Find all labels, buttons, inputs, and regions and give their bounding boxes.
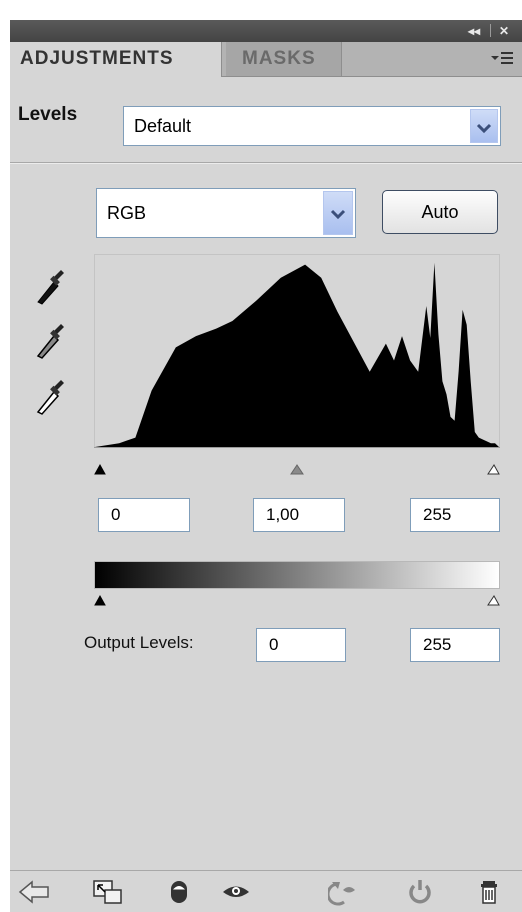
panel-title-bar: ◂◂ ✕: [10, 20, 522, 42]
output-white-handle[interactable]: [487, 595, 500, 606]
title-separator: [490, 24, 491, 37]
close-icon[interactable]: ✕: [499, 23, 509, 39]
section-divider: [10, 162, 522, 164]
input-white-field[interactable]: 255: [410, 498, 500, 532]
view-previous-state-icon[interactable]: [326, 878, 358, 906]
output-levels-slider[interactable]: [94, 591, 500, 606]
reset-icon[interactable]: [404, 878, 434, 906]
histogram-shape: [95, 262, 499, 447]
levels-histogram: [94, 254, 500, 448]
input-gamma-handle[interactable]: [290, 464, 304, 475]
return-arrow-icon[interactable]: [18, 878, 49, 906]
bottom-divider: [10, 870, 522, 871]
view-previous-state-icon[interactable]: [220, 878, 250, 906]
panel-menu-icon[interactable]: [490, 48, 514, 73]
input-levels-slider[interactable]: [94, 460, 500, 475]
adjustments-panel: ◂◂ ✕ ADJUSTMENTS MASKS Levels Default RG…: [10, 20, 522, 912]
chevron-down-icon[interactable]: [470, 109, 498, 143]
input-gamma-field[interactable]: 1,00: [253, 498, 345, 532]
output-black-handle[interactable]: [94, 594, 106, 606]
clip-to-layer-icon[interactable]: [92, 878, 122, 906]
chevron-down-icon[interactable]: [323, 191, 353, 235]
gray-point-eyedropper-icon[interactable]: [34, 320, 64, 360]
output-white-field[interactable]: 255: [410, 628, 500, 662]
panel-tab-bar: ADJUSTMENTS MASKS: [10, 42, 522, 77]
output-black-field[interactable]: 0: [256, 628, 346, 662]
output-levels-label: Output Levels:: [84, 633, 194, 652]
tab-adjustments[interactable]: ADJUSTMENTS: [10, 42, 222, 77]
input-white-handle[interactable]: [487, 464, 500, 475]
preset-select[interactable]: Default: [123, 106, 501, 146]
auto-button[interactable]: Auto: [382, 190, 498, 234]
input-black-field[interactable]: 0: [98, 498, 190, 532]
channel-select[interactable]: RGB: [96, 188, 356, 238]
output-gradient-bar: [94, 561, 500, 589]
tab-masks[interactable]: MASKS: [226, 42, 342, 76]
white-point-eyedropper-icon[interactable]: [34, 376, 64, 416]
input-black-handle[interactable]: [94, 463, 106, 475]
collapse-icon[interactable]: ◂◂: [468, 23, 480, 39]
black-point-eyedropper-icon[interactable]: [34, 266, 64, 306]
preset-value: Default: [134, 116, 192, 136]
histogram-baseline: [94, 447, 500, 448]
channel-value: RGB: [107, 203, 147, 223]
histogram-svg: [95, 262, 499, 447]
layer-visibility-state-icon[interactable]: [164, 878, 194, 906]
delete-icon[interactable]: [474, 878, 504, 906]
adjustment-type-label: Levels: [18, 104, 78, 125]
